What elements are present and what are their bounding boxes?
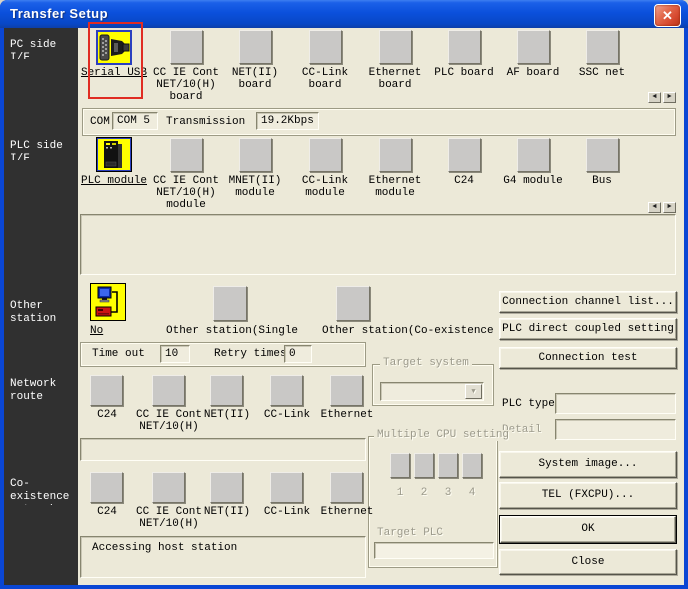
- plc-if-label: MNET(II) module: [218, 175, 292, 199]
- target-system-combobox[interactable]: ▼: [380, 382, 484, 401]
- system-image-button[interactable]: System image...: [499, 451, 677, 478]
- close-icon[interactable]: ✕: [654, 4, 681, 27]
- coexistence-ethernet-button[interactable]: [330, 472, 363, 503]
- pc-if-label: AF board: [496, 67, 570, 79]
- plc-if-g4-button[interactable]: [517, 138, 550, 172]
- route-display-panel: [80, 214, 676, 275]
- pc-if-label: CC-Link board: [288, 67, 362, 91]
- pc-if-scroll-left-icon[interactable]: ◄: [648, 92, 661, 103]
- plc-if-label: Ethernet module: [358, 175, 432, 199]
- chevron-down-icon[interactable]: ▼: [465, 384, 482, 399]
- pc-if-label: NET(II) board: [218, 67, 292, 91]
- com-port-field[interactable]: COM 5: [112, 112, 158, 130]
- coexistence-cc-ie-cont-button[interactable]: [152, 472, 185, 503]
- network-route-display-panel: [80, 438, 366, 461]
- other-station-coexistence-button[interactable]: [336, 286, 370, 321]
- plc-type-field: [555, 393, 676, 414]
- cpu-3-label: 3: [438, 487, 458, 499]
- status-message: Accessing host station: [92, 542, 237, 555]
- plc-if-c24-button[interactable]: [448, 138, 481, 172]
- network-route-ethernet-button[interactable]: [330, 375, 363, 406]
- cpu-4-button[interactable]: [462, 453, 482, 478]
- pc-if-plc-button[interactable]: [448, 30, 481, 64]
- pc-if-scroll-right-icon[interactable]: ►: [663, 92, 676, 103]
- plc-rack-icon: [97, 138, 131, 171]
- pc-if-cclink-button[interactable]: [309, 30, 342, 64]
- connection-test-button[interactable]: Connection test: [499, 347, 677, 369]
- connection-channel-list-button[interactable]: Connection channel list...: [499, 291, 677, 313]
- plc-if-scroll-left-icon[interactable]: ◄: [648, 202, 661, 213]
- network-route-c24-button[interactable]: [90, 375, 123, 406]
- pc-if-label: CC IE Cont NET/10(H) board: [149, 67, 223, 103]
- plc-if-mnet2-button[interactable]: [239, 138, 272, 172]
- other-station-no-icon[interactable]: [90, 283, 126, 321]
- coexistence-cclink-button[interactable]: [270, 472, 303, 503]
- retry-times-label: Retry times: [214, 348, 287, 360]
- other-station-selected-label[interactable]: No: [90, 325, 103, 337]
- other-station-single-label: Other station(Single: [166, 325, 298, 337]
- coexistence-label: Ethernet: [310, 506, 384, 518]
- plc-if-label: C24: [427, 175, 501, 187]
- close-button[interactable]: Close: [499, 549, 677, 575]
- transmission-speed-field[interactable]: 19.2Kbps: [256, 112, 319, 130]
- label-pc-side: PC side I/F: [10, 39, 76, 59]
- label-plc-side: PLC side I/F: [10, 140, 76, 160]
- pc-if-label: SSC net: [565, 67, 639, 79]
- plc-if-bus-button[interactable]: [586, 138, 619, 172]
- annotation-highlight-box: [88, 22, 143, 99]
- cpu-1-button[interactable]: [390, 453, 410, 478]
- window-title: Transfer Setup: [10, 6, 108, 21]
- plc-if-ethernet-button[interactable]: [379, 138, 412, 172]
- network-route-cc-ie-cont-button[interactable]: [152, 375, 185, 406]
- pc-if-ethernet-button[interactable]: [379, 30, 412, 64]
- coexistence-net2-button[interactable]: [210, 472, 243, 503]
- transfer-setup-dialog: Transfer Setup ✕ PC side I/F PLC side I/…: [0, 0, 688, 589]
- tel-fxcpu-button[interactable]: TEL (FXCPU)...: [499, 482, 677, 509]
- plc-if-cclink-button[interactable]: [309, 138, 342, 172]
- label-other-station: Other station: [10, 300, 76, 327]
- computer-icon: [91, 284, 125, 320]
- plc-if-cc-ie-cont-button[interactable]: [170, 138, 203, 172]
- network-route-net2-button[interactable]: [210, 375, 243, 406]
- cpu-2-label: 2: [414, 487, 434, 499]
- multiple-cpu-title: Multiple CPU setting: [374, 430, 512, 441]
- cpu-1-label: 1: [390, 487, 410, 499]
- cpu-3-button[interactable]: [438, 453, 458, 478]
- pc-if-af-button[interactable]: [517, 30, 550, 64]
- target-plc-field: [374, 542, 494, 559]
- other-station-coexistence-label: Other station(Co-existence: [322, 325, 494, 337]
- plc-if-label: CC-Link module: [288, 175, 362, 199]
- pc-if-label: PLC board: [427, 67, 501, 79]
- target-system-title: Target system: [380, 358, 472, 369]
- plc-if-label: Bus: [565, 175, 639, 187]
- network-route-cclink-button[interactable]: [270, 375, 303, 406]
- pc-if-ssc-button[interactable]: [586, 30, 619, 64]
- cpu-4-label: 4: [462, 487, 482, 499]
- timeout-label: Time out: [92, 348, 145, 360]
- plc-if-selected-label[interactable]: PLC module: [77, 175, 151, 187]
- com-label: COM: [90, 116, 110, 128]
- network-route-label: Ethernet: [310, 409, 384, 421]
- target-plc-label: Target PLC: [377, 527, 443, 539]
- plc-if-scroll-right-icon[interactable]: ►: [663, 202, 676, 213]
- pc-if-cc-ie-cont-button[interactable]: [170, 30, 203, 64]
- timeout-field[interactable]: 10: [160, 345, 190, 363]
- detail-field: [555, 419, 676, 440]
- plc-type-label: PLC type: [502, 398, 555, 410]
- ok-button[interactable]: OK: [500, 516, 676, 543]
- label-network-route: Network route: [10, 378, 76, 405]
- transmission-label: Transmission: [166, 116, 245, 128]
- plc-if-label: G4 module: [496, 175, 570, 187]
- cpu-2-button[interactable]: [414, 453, 434, 478]
- coexistence-c24-button[interactable]: [90, 472, 123, 503]
- pc-if-label: Ethernet board: [358, 67, 432, 91]
- label-coexistence-network: Co-existence network: [10, 478, 78, 505]
- plc-direct-coupled-setting-button[interactable]: PLC direct coupled setting: [499, 318, 677, 340]
- pc-if-net2-button[interactable]: [239, 30, 272, 64]
- retry-times-field[interactable]: 0: [284, 345, 312, 363]
- other-station-single-button[interactable]: [213, 286, 247, 321]
- plc-if-plc-module-icon[interactable]: [96, 137, 132, 172]
- plc-if-label: CC IE Cont NET/10(H) module: [149, 175, 223, 211]
